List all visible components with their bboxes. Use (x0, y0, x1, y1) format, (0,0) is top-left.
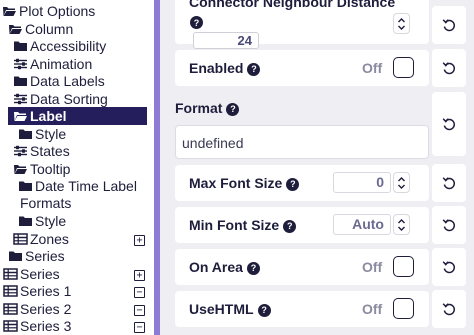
tree-item-column[interactable]: Column (8, 20, 73, 38)
format-value: undefined (182, 135, 244, 151)
format-input[interactable]: undefined (175, 125, 429, 159)
collapse-series-1-toggle[interactable]: − (134, 287, 145, 298)
tree-item-series-2[interactable]: Series 2 (3, 300, 71, 318)
folder-open-icon (8, 23, 23, 36)
undo-enabled-button[interactable] (432, 49, 466, 87)
undo-on-area-button[interactable] (432, 248, 466, 286)
enabled-checkbox[interactable] (393, 57, 414, 78)
folder-open-icon (13, 110, 28, 123)
enabled-state: Off (362, 60, 383, 76)
undo-icon (442, 261, 456, 274)
undo-icon (442, 219, 456, 232)
max-font-size-card: Max Font Size? 0 (175, 165, 429, 201)
tree-item-date-time-label-formats[interactable]: Date Time Label (18, 177, 137, 195)
use-html-checkbox[interactable] (393, 298, 414, 319)
undo-icon (442, 19, 456, 32)
folder-icon (18, 215, 33, 228)
collapse-series-2-toggle[interactable]: − (134, 305, 145, 316)
folder-icon (13, 40, 28, 53)
collapse-series-3-toggle[interactable]: − (134, 322, 145, 333)
help-icon[interactable]: ? (247, 62, 261, 76)
enabled-card: Enabled? Off (175, 50, 429, 86)
min-font-size-stepper[interactable] (393, 214, 410, 235)
folder-icon (8, 250, 23, 263)
help-icon[interactable]: ? (286, 177, 300, 191)
tree-item-tooltip-style[interactable]: Style (18, 212, 66, 230)
tree-item-plot-options[interactable]: Plot Options (2, 2, 95, 20)
help-icon[interactable]: ? (246, 261, 260, 275)
connector-distance-input[interactable]: 24 (193, 32, 259, 49)
folder-open-icon (2, 5, 17, 18)
tree-item-data-labels[interactable]: Data Labels (13, 72, 105, 90)
undo-icon (442, 177, 456, 190)
format-label: Format? (175, 100, 240, 116)
undo-format-button[interactable] (432, 92, 466, 156)
table-icon (13, 233, 28, 246)
expand-zones-toggle[interactable]: + (134, 235, 145, 246)
help-icon[interactable]: ? (190, 16, 203, 29)
folder-icon (13, 75, 28, 88)
folder-icon (18, 180, 33, 193)
help-icon[interactable]: ? (257, 303, 271, 317)
tree-item-accessibility[interactable]: Accessibility (13, 37, 106, 55)
undo-min-font-size-button[interactable] (432, 206, 466, 244)
options-panel: Connector Neighbour Distance ? 24 Enable… (160, 0, 474, 335)
max-font-size-stepper[interactable] (393, 172, 410, 193)
tree-item-series[interactable]: Series (3, 265, 60, 283)
connector-distance-label: Connector Neighbour Distance (189, 0, 396, 10)
undo-max-font-size-button[interactable] (432, 164, 466, 202)
sliders-icon (13, 58, 28, 71)
min-font-size-card: Min Font Size? Auto (175, 207, 429, 243)
sliders-icon (13, 93, 28, 106)
min-font-size-label: Min Font Size? (189, 217, 297, 233)
undo-icon (442, 303, 456, 316)
use-html-card: UseHTML? Off (175, 291, 429, 327)
stepper-arrows-icon (398, 218, 405, 231)
table-icon (3, 303, 18, 316)
max-font-size-label: Max Font Size? (189, 175, 300, 191)
on-area-state: Off (362, 259, 383, 275)
folder-open-icon (13, 163, 28, 176)
table-icon (3, 320, 18, 333)
tree-item-series-1[interactable]: Series 1 (3, 282, 71, 300)
on-area-checkbox[interactable] (393, 256, 414, 277)
tree-item-series-3[interactable]: Series 3 (3, 317, 71, 335)
on-area-card: On Area? Off (175, 249, 429, 285)
options-tree: Plot Options Column Accessibility Animat… (0, 0, 154, 335)
stepper-arrows-icon (398, 176, 405, 189)
tree-item-zones[interactable]: Zones (13, 230, 69, 248)
help-icon[interactable]: ? (283, 219, 297, 233)
min-font-size-input[interactable]: Auto (333, 214, 391, 235)
undo-use-html-button[interactable] (432, 290, 466, 328)
tree-item-series-group[interactable]: Series (8, 247, 65, 265)
sliders-icon (13, 145, 28, 158)
tree-item-formats-line[interactable]: Formats (20, 194, 71, 212)
use-html-state: Off (362, 301, 383, 317)
max-font-size-input[interactable]: 0 (333, 172, 391, 193)
undo-icon (442, 118, 456, 131)
tree-item-label-selected[interactable]: Label (8, 107, 147, 125)
help-icon[interactable]: ? (226, 102, 240, 116)
tree-item-animation[interactable]: Animation (13, 55, 92, 73)
stepper-arrows-icon (398, 17, 405, 30)
table-icon (3, 285, 18, 298)
table-icon (3, 268, 18, 281)
folder-icon (18, 128, 33, 141)
connector-distance-card: Connector Neighbour Distance ? 24 (175, 0, 429, 49)
tree-item-data-sorting[interactable]: Data Sorting (13, 90, 108, 108)
undo-connector-distance-button[interactable] (432, 6, 466, 44)
use-html-label: UseHTML? (189, 301, 271, 317)
tree-item-label-style[interactable]: Style (18, 125, 66, 143)
on-area-label: On Area? (189, 259, 260, 275)
undo-icon (442, 62, 456, 75)
enabled-label: Enabled? (189, 60, 261, 76)
expand-series-toggle[interactable]: + (134, 270, 145, 281)
tree-item-states[interactable]: States (13, 142, 70, 160)
connector-distance-stepper[interactable] (393, 13, 410, 34)
tree-item-tooltip[interactable]: Tooltip (13, 160, 70, 178)
